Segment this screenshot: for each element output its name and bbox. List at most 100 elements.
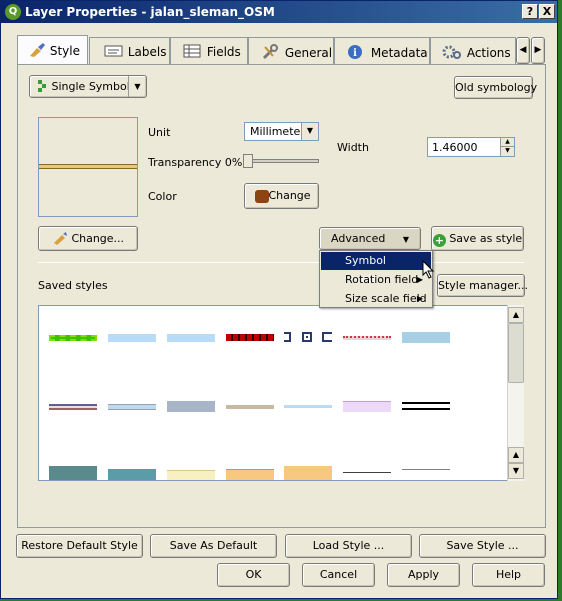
pen-icon <box>53 232 67 245</box>
scroll-down-icon[interactable]: ▼ <box>508 463 524 479</box>
help-title-button[interactable]: ? <box>522 4 538 19</box>
symbol-preview <box>38 117 138 217</box>
tab-metadata[interactable]: i Metadata <box>334 37 430 64</box>
symbol-renderer-icon <box>38 80 46 92</box>
spin-down-icon[interactable]: ▼ <box>500 147 514 156</box>
style-swatch[interactable] <box>343 472 391 473</box>
scrollbar-thumb[interactable] <box>508 323 524 383</box>
unit-value: Millimeter <box>250 125 305 138</box>
tab-general[interactable]: General <box>248 37 334 64</box>
save-as-default-button[interactable]: Save As Default <box>150 534 277 558</box>
saved-styles-scrollbar[interactable]: ▲ ▲ ▼ <box>507 305 524 481</box>
unit-select[interactable]: Millimeter ▼ <box>244 122 319 141</box>
style-swatch[interactable] <box>49 404 97 410</box>
symbol-change-label: Change... <box>71 232 125 245</box>
tab-labels[interactable]: Labels <box>89 37 170 64</box>
save-style-button[interactable]: Save Style ... <box>419 534 546 558</box>
style-swatch[interactable] <box>49 335 97 341</box>
menu-item-size-scale-field[interactable]: Size scale field ▶ <box>321 290 431 308</box>
tab-scroll-left-button[interactable]: ◀ <box>516 37 530 64</box>
transparency-label: Transparency 0% <box>148 156 243 169</box>
tab-actions[interactable]: Actions <box>430 37 516 64</box>
transparency-slider-handle[interactable] <box>243 154 253 168</box>
spin-up-icon[interactable]: ▲ <box>500 138 514 147</box>
symbol-change-button[interactable]: Change... <box>38 226 138 251</box>
style-swatch[interactable] <box>343 401 391 412</box>
gears-icon <box>442 45 461 59</box>
tab-fields[interactable]: Fields <box>170 37 248 64</box>
style-swatch[interactable] <box>402 332 450 343</box>
menu-item-label: Rotation field <box>345 273 419 286</box>
tab-label: General <box>284 46 333 60</box>
layer-properties-dialog: Q Layer Properties - jalan_sleman_OSM ? … <box>0 0 558 599</box>
width-value: 1.46000 <box>432 141 478 154</box>
labels-icon <box>104 45 123 57</box>
submenu-arrow-icon: ▶ <box>416 294 423 303</box>
ok-button[interactable]: OK <box>217 563 290 587</box>
saved-styles-list[interactable] <box>38 305 524 481</box>
table-icon <box>183 44 201 58</box>
scroll-up-icon[interactable]: ▲ <box>508 307 524 323</box>
chevron-down-icon: ▼ <box>301 123 318 140</box>
transparency-slider-track[interactable] <box>247 159 319 163</box>
color-label: Color <box>148 190 177 203</box>
tab-label: Actions <box>466 46 511 60</box>
help-button[interactable]: Help <box>472 563 545 587</box>
advanced-menu-button[interactable]: Advanced ▼ <box>319 227 421 250</box>
color-change-label: Change <box>268 189 311 202</box>
width-label: Width <box>337 141 369 154</box>
line-symbol-preview <box>39 164 137 169</box>
style-manager-button[interactable]: Style manager... <box>437 274 528 297</box>
color-change-button[interactable]: Change <box>244 183 319 209</box>
title-bar: Q Layer Properties - jalan_sleman_OSM ? … <box>1 1 557 23</box>
apply-button[interactable]: Apply <box>387 563 460 587</box>
svg-text:i: i <box>353 48 357 59</box>
style-swatch[interactable] <box>108 334 156 342</box>
cancel-button[interactable]: Cancel <box>302 563 375 587</box>
style-swatch[interactable] <box>167 470 215 480</box>
color-swatch <box>255 190 269 203</box>
style-swatch[interactable] <box>226 405 274 409</box>
wrench-icon <box>262 44 278 60</box>
style-swatch[interactable] <box>108 404 156 410</box>
width-spinbox[interactable]: 1.46000 ▲ ▼ <box>427 137 515 157</box>
style-swatch[interactable] <box>402 402 450 410</box>
menu-item-symbol-levels[interactable]: Symbol levels... <box>321 252 431 285</box>
advanced-label: Advanced <box>331 232 386 245</box>
style-swatch[interactable] <box>284 332 332 343</box>
window-title: Layer Properties - jalan_sleman_OSM <box>25 5 275 19</box>
brush-icon <box>30 43 45 57</box>
save-as-style-button[interactable]: + Save as style <box>431 226 524 251</box>
tab-label: Fields <box>206 45 241 59</box>
style-swatch[interactable] <box>49 466 97 480</box>
renderer-select[interactable]: Single Symbol ▼ <box>29 75 147 98</box>
advanced-dropdown-menu: Symbol levels... Rotation field ▶ Size sc… <box>319 250 433 308</box>
tab-label: Labels <box>127 45 167 59</box>
menu-item-label: Size scale field <box>345 292 427 305</box>
tab-label: Style <box>49 44 80 58</box>
style-swatch[interactable] <box>284 466 332 480</box>
menu-item-rotation-field[interactable]: Rotation field ▶ <box>321 271 431 289</box>
style-swatch[interactable] <box>402 469 450 470</box>
restore-default-style-button[interactable]: Restore Default Style <box>16 534 143 558</box>
style-swatch[interactable] <box>226 334 274 341</box>
mouse-cursor-icon <box>422 260 435 279</box>
saved-styles-label: Saved styles <box>38 279 108 292</box>
tab-scroll-right-button[interactable]: ▶ <box>531 37 545 64</box>
load-style-button[interactable]: Load Style ... <box>285 534 412 558</box>
save-as-style-label: Save as style <box>449 232 523 245</box>
chevron-down-icon: ▼ <box>402 235 409 244</box>
tab-style[interactable]: Style <box>17 35 88 64</box>
close-title-button[interactable]: X <box>539 4 555 19</box>
style-swatch[interactable] <box>284 405 332 408</box>
style-swatch[interactable] <box>343 336 391 340</box>
unit-label: Unit <box>148 126 171 139</box>
tab-label: Metadata <box>370 46 428 60</box>
style-swatch[interactable] <box>167 334 215 342</box>
style-swatch[interactable] <box>167 401 215 412</box>
style-swatch[interactable] <box>108 469 156 480</box>
scroll-up-icon[interactable]: ▲ <box>508 447 524 463</box>
old-symbology-button[interactable]: Old symbology <box>454 76 537 99</box>
style-swatch[interactable] <box>226 469 274 480</box>
info-icon: i <box>348 45 362 59</box>
